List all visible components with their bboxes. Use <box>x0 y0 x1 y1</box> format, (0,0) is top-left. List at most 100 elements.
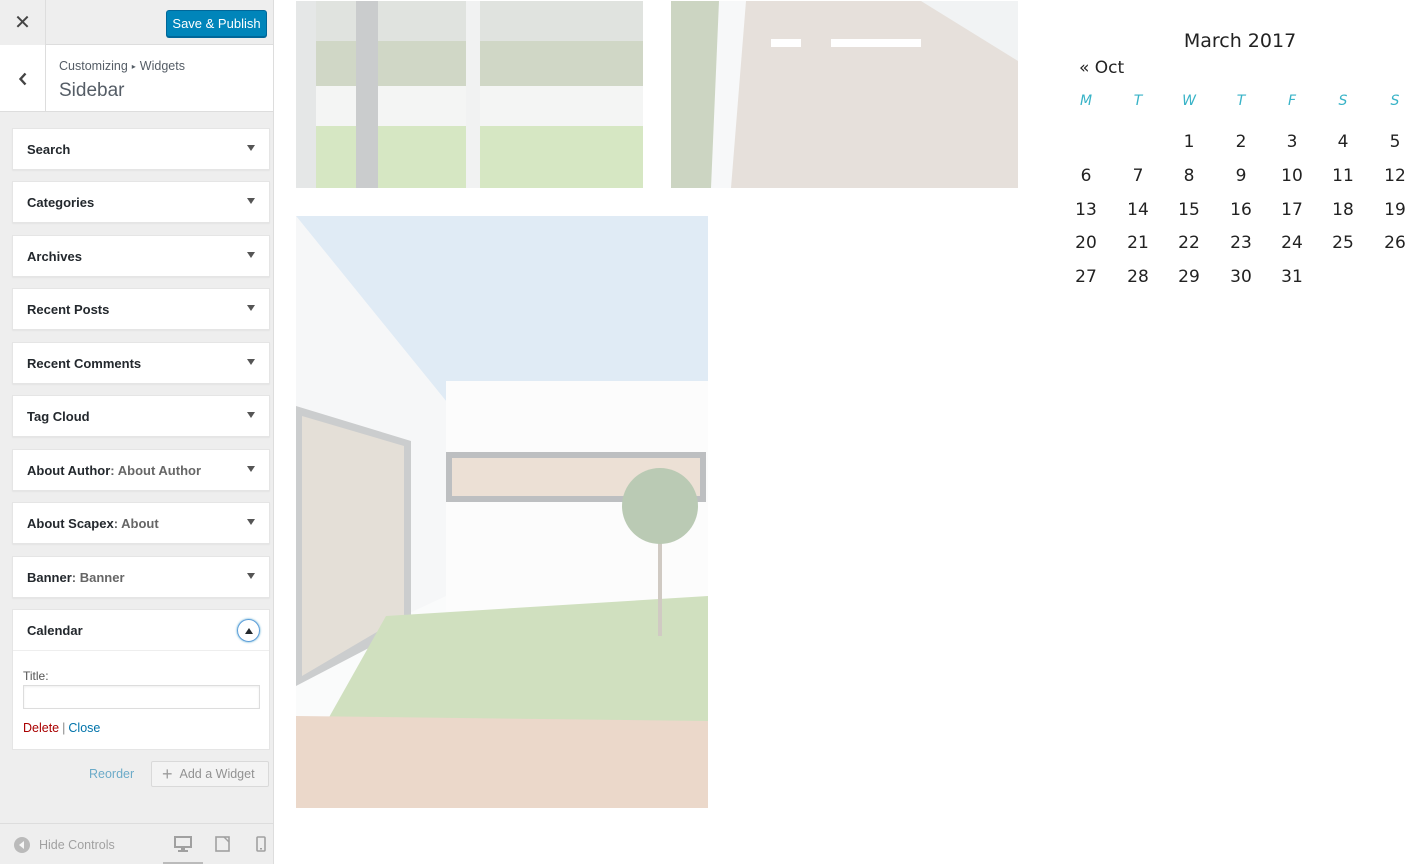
calendar-weekday: W <box>1182 93 1196 109</box>
widget-title: About Scapex <box>27 516 114 531</box>
widget-search[interactable]: Search <box>12 128 270 170</box>
desktop-preview-icon[interactable] <box>174 836 192 852</box>
close-link[interactable]: Close <box>68 721 100 735</box>
calendar-day: 21 <box>1127 233 1149 253</box>
arrow-down-icon[interactable] <box>247 198 255 204</box>
widget-archives[interactable]: Archives <box>12 235 270 277</box>
save-publish-button[interactable]: Save & Publish <box>166 10 267 37</box>
delete-link[interactable]: Delete <box>23 721 59 735</box>
calendar-weekday: M <box>1079 93 1093 109</box>
gallery-image-3[interactable] <box>296 216 708 808</box>
chevron-left-icon <box>18 72 26 85</box>
add-widget-label: Add a Widget <box>179 767 255 781</box>
calendar-day: 25 <box>1332 233 1354 253</box>
calendar-day: 7 <box>1132 166 1144 186</box>
close-icon: ✕ <box>14 12 31 34</box>
add-widget-button[interactable]: + Add a Widget <box>151 761 269 787</box>
arrow-down-icon[interactable] <box>247 519 255 525</box>
calendar-day: 23 <box>1230 233 1252 253</box>
calendar-day: 11 <box>1332 166 1354 186</box>
calendar-day: 6 <box>1080 166 1092 186</box>
gallery-image-1[interactable] <box>296 1 643 188</box>
arrow-down-icon[interactable] <box>247 145 255 151</box>
close-customizer-button[interactable]: ✕ <box>0 0 46 45</box>
widget-title: About Author <box>27 463 111 478</box>
widget-title-colon: : <box>110 463 118 478</box>
plus-icon: + <box>162 763 173 784</box>
widget-title: Archives <box>27 249 82 264</box>
arrow-down-icon[interactable] <box>247 573 255 579</box>
hide-controls-button[interactable]: Hide Controls <box>14 837 115 853</box>
arrow-down-icon[interactable] <box>247 252 255 258</box>
widget-instance-title: Banner <box>79 570 125 585</box>
section-title: Sidebar <box>59 80 125 101</box>
widget-calendar: Calendar Title: Delete | Close <box>12 609 270 750</box>
calendar-day: 31 <box>1281 267 1303 287</box>
widget-tag-cloud[interactable]: Tag Cloud <box>12 395 270 437</box>
widget-about-author[interactable]: About Author: About Author <box>12 449 270 491</box>
calendar-day: 18 <box>1332 200 1354 220</box>
widget-title: Search <box>27 142 71 157</box>
calendar-day: 24 <box>1281 233 1303 253</box>
widget-title: Recent Comments <box>27 356 142 371</box>
widget-actions: Delete | Close <box>23 721 100 735</box>
arrow-down-icon[interactable] <box>247 305 255 311</box>
widget-instance-title: About Author <box>117 463 202 478</box>
calendar-day: 13 <box>1075 200 1097 220</box>
customizer-panel: ✕ Save & Publish Customizing ▸ Widgets Sid… <box>0 0 274 864</box>
calendar-day: 1 <box>1183 132 1195 152</box>
calendar-day: 12 <box>1384 166 1406 186</box>
widget-title: Calendar <box>27 623 83 638</box>
calendar-day: 26 <box>1384 233 1406 253</box>
tablet-preview-icon[interactable] <box>215 836 230 852</box>
calendar-day: 4 <box>1337 132 1349 152</box>
widget-title: Categories <box>27 195 95 210</box>
calendar-day: 20 <box>1075 233 1097 253</box>
mobile-preview-icon[interactable] <box>256 836 266 852</box>
widget-calendar-header[interactable]: Calendar <box>13 610 269 651</box>
calendar-day: 8 <box>1183 166 1195 186</box>
widget-title: Recent Posts <box>27 302 110 317</box>
back-button[interactable] <box>0 45 46 112</box>
widget-categories[interactable]: Categories <box>12 181 270 223</box>
calendar-weekday: T <box>1236 93 1246 109</box>
calendar-day: 17 <box>1281 200 1303 220</box>
calendar-day: 27 <box>1075 267 1097 287</box>
gallery-image-3-graphic <box>296 216 708 808</box>
gallery-image-1-graphic <box>296 1 643 188</box>
calendar-weekday: T <box>1133 93 1143 109</box>
arrow-down-icon[interactable] <box>247 466 255 472</box>
calendar-day: 3 <box>1286 132 1298 152</box>
widget-about-scapex[interactable]: About Scapex: About <box>12 502 270 544</box>
collapse-arrow-icon <box>14 837 30 853</box>
breadcrumb: Customizing ▸ Widgets <box>59 59 185 73</box>
calendar-day: 14 <box>1127 200 1149 220</box>
widget-instance-title: About <box>121 516 159 531</box>
widget-recent-comments[interactable]: Recent Comments <box>12 342 270 384</box>
widget-banner[interactable]: Banner: Banner <box>12 556 270 598</box>
widget-title-line: About Author: About Author <box>27 463 201 478</box>
calendar-day: 9 <box>1235 166 1247 186</box>
preview-calendar: March 2017 « Oct M T W T F S S 1 2 3 4 5 6 7 8 9 10 11 12 1… <box>1060 20 1419 310</box>
arrow-down-icon[interactable] <box>247 412 255 418</box>
breadcrumb-separator-icon: ▸ <box>131 62 136 71</box>
gallery-image-2-graphic <box>671 1 1018 188</box>
calendar-weekday: S <box>1338 93 1348 109</box>
reorder-link[interactable]: Reorder <box>89 767 134 781</box>
gallery-image-2[interactable] <box>671 1 1018 188</box>
title-field[interactable] <box>23 685 260 709</box>
calendar-day: 22 <box>1178 233 1200 253</box>
widget-title-line: Banner: Banner <box>27 570 125 585</box>
arrow-down-icon[interactable] <box>247 359 255 365</box>
collapse-widget-button[interactable] <box>237 619 260 642</box>
calendar-day: 10 <box>1281 166 1303 186</box>
customizer-footer: Hide Controls <box>0 823 273 864</box>
calendar-prev-link[interactable]: « Oct <box>1079 58 1124 78</box>
widget-title-line: About Scapex: About <box>27 516 159 531</box>
calendar-day: 28 <box>1127 267 1149 287</box>
widget-recent-posts[interactable]: Recent Posts <box>12 288 270 330</box>
hide-controls-label: Hide Controls <box>39 838 115 852</box>
widget-title-colon: : <box>71 570 80 585</box>
calendar-day: 16 <box>1230 200 1252 220</box>
widget-title: Tag Cloud <box>27 409 90 424</box>
